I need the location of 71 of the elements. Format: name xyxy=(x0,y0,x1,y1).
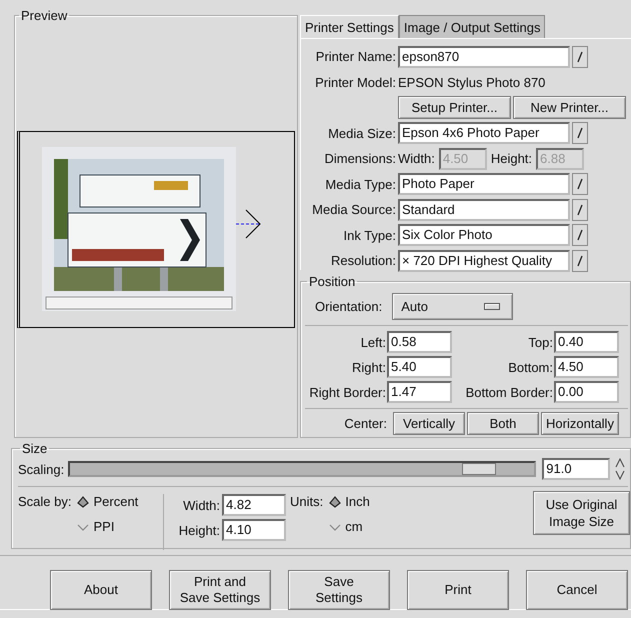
dialog-button[interactable]: Save Settings xyxy=(288,570,390,610)
printer-button[interactable]: Setup Printer... xyxy=(398,96,511,120)
dropdown-field[interactable]: Six Color Photo xyxy=(398,224,570,246)
radio-button[interactable] xyxy=(77,496,90,508)
margin-field[interactable]: 0.58 xyxy=(387,331,452,353)
dropdown-arrow-button[interactable] xyxy=(572,46,588,68)
dropdown-field[interactable]: Photo Paper xyxy=(398,173,570,196)
field-label: Dimensions: xyxy=(323,151,397,166)
field-label: Scaling: xyxy=(18,462,64,476)
field-label: Media Type: xyxy=(324,176,397,192)
tab[interactable]: Printer Settings xyxy=(300,15,399,38)
field-label: Resolution: xyxy=(330,253,397,268)
field-label: Width: xyxy=(182,498,221,512)
field-label: Right Border: xyxy=(308,384,387,400)
field-label: Top: xyxy=(527,334,554,350)
radio-label: Percent xyxy=(93,494,138,509)
use-original-size-button[interactable]: Use Original Image Size xyxy=(533,491,630,535)
dropdown-field[interactable]: × 720 DPI Highest Quality xyxy=(398,250,570,272)
field-label: Center: xyxy=(343,416,388,431)
orientation-dropdown[interactable]: Auto xyxy=(392,293,514,320)
radio-label: cm xyxy=(345,519,363,534)
printer-name-field[interactable]: epson870 xyxy=(398,46,570,68)
scaling-slider[interactable] xyxy=(68,461,536,477)
field-label: Media Source: xyxy=(311,202,397,218)
margin-field[interactable]: 1.47 xyxy=(387,381,452,403)
dialog-button[interactable]: Print xyxy=(407,570,509,610)
field-label: Bottom: xyxy=(507,360,554,374)
dropdown-field[interactable]: Standard xyxy=(398,198,570,221)
height-field[interactable]: 4.10 xyxy=(222,519,286,541)
radio-label: PPI xyxy=(93,519,114,534)
dropdown-arrow-button[interactable] xyxy=(572,250,588,272)
center-button[interactable]: Both xyxy=(467,412,539,435)
dropdown-arrow-button[interactable] xyxy=(572,224,588,246)
frame-title: Preview xyxy=(20,8,68,23)
field-label: Left: xyxy=(360,334,387,350)
printer-button[interactable]: New Printer... xyxy=(513,96,626,120)
dialog-button[interactable]: Cancel xyxy=(526,570,628,610)
dropdown-arrow-button[interactable] xyxy=(572,122,588,144)
field-label: Width: xyxy=(398,151,435,166)
field-label: Printer Model: xyxy=(314,74,397,90)
dialog-button[interactable]: About xyxy=(50,570,152,610)
dialog-button[interactable]: Print and Save Settings xyxy=(169,570,271,610)
field-label: Height: xyxy=(178,522,221,538)
field-label: Printer Name: xyxy=(314,49,397,64)
radio-label: Inch xyxy=(345,494,370,509)
frame-title: Position xyxy=(308,274,356,289)
scaling-field[interactable]: 91.0 xyxy=(542,458,610,480)
radio-button[interactable] xyxy=(329,496,342,508)
center-button[interactable]: Vertically xyxy=(393,412,465,435)
margin-field[interactable]: 0.40 xyxy=(554,331,619,353)
tab[interactable]: Image / Output Settings xyxy=(398,15,546,38)
margin-field[interactable]: 4.50 xyxy=(554,356,619,378)
slider-thumb[interactable] xyxy=(462,463,496,475)
frame-title: Size xyxy=(21,441,48,456)
field-label: Media Size: xyxy=(327,126,397,141)
field-label: Bottom Border: xyxy=(464,384,554,400)
width-field[interactable]: 4.82 xyxy=(222,494,286,516)
dropdown-arrow-button[interactable] xyxy=(572,198,588,221)
printer-model-text: EPSON Stylus Photo 870 xyxy=(398,74,546,90)
field-label: Units: xyxy=(290,494,324,511)
margin-field[interactable]: 5.40 xyxy=(387,356,452,378)
center-button[interactable]: Horizontally xyxy=(541,412,619,435)
field-label: Ink Type: xyxy=(342,228,397,243)
field-label: Scale by: xyxy=(18,494,72,511)
dropdown-field[interactable]: Epson 4x6 Photo Paper xyxy=(398,122,570,144)
field-label: Right: xyxy=(351,360,387,374)
spin-arrows-icon[interactable] xyxy=(614,458,626,480)
dropdown-arrow-button[interactable] xyxy=(572,173,588,196)
field-label: Height: xyxy=(490,151,532,166)
margin-field[interactable]: 0.00 xyxy=(554,381,619,403)
field-label: Orientation: xyxy=(315,299,382,314)
